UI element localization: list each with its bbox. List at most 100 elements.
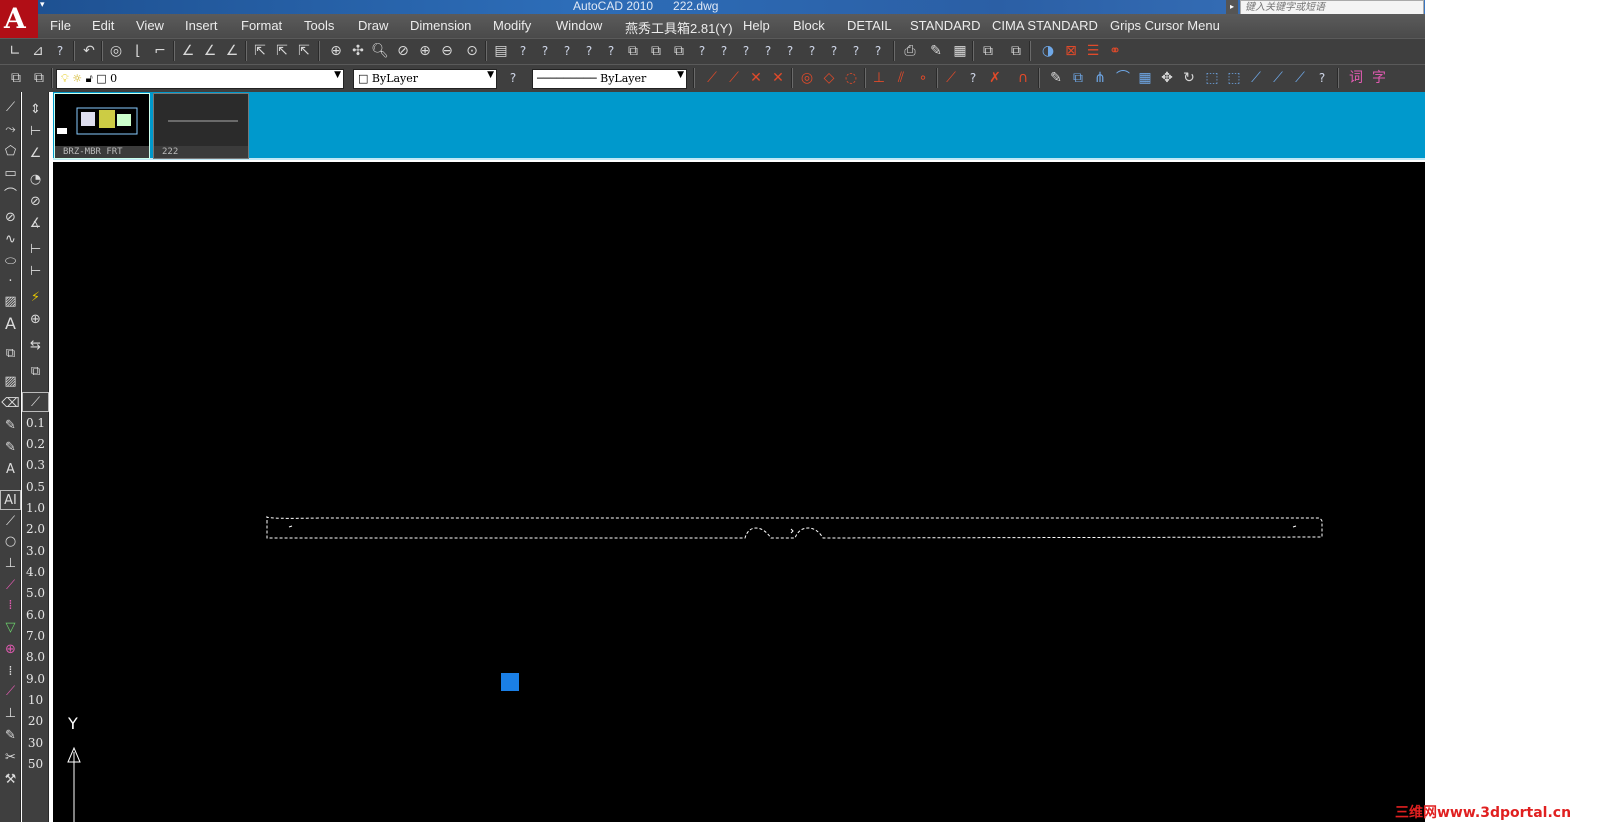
network-icon[interactable]: ⚭ [1105,41,1125,61]
dim-angle-icon[interactable]: ∠ [22,144,49,164]
scale-item[interactable]: 8.0 [22,650,49,670]
dim-diameter-icon[interactable]: ⊘ [22,192,49,212]
layer-dropdown[interactable]: 💡︎ ☼ 🔓︎ □ 0 ▼ [56,69,344,89]
view-icon[interactable]: ◎ [106,41,126,61]
print-icon[interactable]: ⎙ [900,41,920,61]
layout-icon[interactable]: ⧉ [1006,41,1026,61]
menu-grips-cursor[interactable]: Grips Cursor Menu [1110,18,1220,33]
scale-item[interactable]: 1.0 [22,501,49,521]
hatch-edit-icon[interactable]: ▨ [0,372,21,392]
block-edit-icon[interactable]: ⧉ [646,41,666,61]
scale-item[interactable]: 0.1 [22,416,49,436]
help-icon[interactable]: ? [692,41,712,61]
ellipse-icon[interactable]: ⬭ [0,252,21,272]
scale-item[interactable]: 0.5 [22,480,49,500]
arc-icon[interactable]: ⌒ [0,186,21,206]
scale-icon[interactable]: ⬚ [1202,68,1222,88]
file-tab[interactable]: 222 [153,93,249,159]
file-tab[interactable]: BRZ-MBR FRT [54,93,150,159]
help-icon[interactable]: ? [868,41,888,61]
polygon-icon[interactable]: ⬠ [0,142,21,162]
stretch-icon[interactable]: ⬚ [1224,68,1244,88]
help-search-input[interactable]: 键入关键字或短语 [1240,0,1424,15]
text-icon[interactable]: A [0,314,21,334]
table-icon[interactable]: ▦ [950,41,970,61]
snap-perpendicular-icon[interactable]: ⊥ [869,68,889,88]
trim-icon[interactable]: ⟋ [1246,68,1266,88]
dim-continue-icon[interactable]: ⊢ [22,262,49,282]
help-icon[interactable]: ? [50,41,70,61]
zoom-window-icon[interactable]: ⊕ [326,41,346,61]
ucs-y-icon[interactable]: ∠ [200,41,220,61]
snap-intersection-icon[interactable]: ✕ [746,68,766,88]
list-icon[interactable]: ☰ [1083,41,1103,61]
snap-node-icon[interactable]: ∘ [913,68,933,88]
dim-edit-icon[interactable]: ⇆ [22,336,49,356]
scale-item[interactable]: 9.0 [22,672,49,692]
layer-state-icon[interactable]: ⧉ [29,68,49,88]
extend-icon[interactable]: ⟋ [1268,68,1288,88]
linetype-dropdown[interactable]: ───────── ByLayer ▼ [532,69,687,89]
edit-attribute-icon[interactable]: ✎ [0,438,21,458]
erase-icon[interactable]: ✎ [1046,68,1066,88]
offset-icon[interactable]: ⌒ [1113,68,1133,88]
dictionary-icon[interactable]: 词 [1346,68,1366,88]
help-icon[interactable]: ? [513,41,533,61]
menu-yanxiu-tools[interactable]: 燕秀工具箱2.81(Y) [625,18,733,37]
snap-tangent-icon[interactable]: ◌ [841,68,861,88]
dim-baseline-icon[interactable]: ⊢ [22,240,49,260]
menu-format[interactable]: Format [241,18,282,33]
copy-icon[interactable]: ⧉ [1068,68,1088,88]
undo-icon[interactable]: ↶ [79,41,99,61]
scale-item[interactable]: 3.0 [22,544,49,564]
block-attr-icon[interactable]: ⧉ [669,41,689,61]
ucs-z-icon[interactable]: ∠ [222,41,242,61]
scale-item[interactable]: 10 [22,693,49,713]
snap-nearest-icon[interactable]: ⟋ [941,68,961,88]
zoom-in-icon[interactable]: ⊕ [415,41,435,61]
construction-line-icon[interactable]: ⤳ [0,120,21,140]
line-icon[interactable]: ⟋ [0,98,21,118]
xref-icon[interactable]: ⧉ [978,41,998,61]
dim-style-icon[interactable]: ⟋ [22,392,49,412]
ucs-object-icon[interactable]: ⇱ [294,41,314,61]
snap-apparent-icon[interactable]: ✕ [768,68,788,88]
help-icon[interactable]: ? [824,41,844,61]
snap-center-icon[interactable]: ◎ [797,68,817,88]
help-icon[interactable]: ? [714,41,734,61]
scale-item[interactable]: 7.0 [22,629,49,649]
balloon-icon[interactable]: ⊕ [0,640,21,660]
zoom-extents-icon[interactable]: ⊙ [462,41,482,61]
xy-coord-icon[interactable]: ⊠ [1061,41,1081,61]
snap-none-icon[interactable]: ✗ [985,68,1005,88]
pencil-icon[interactable]: ✎ [0,416,21,436]
scale-item[interactable]: 4.0 [22,565,49,585]
help-icon[interactable]: ? [579,41,599,61]
help-icon[interactable]: ? [557,41,577,61]
rotate-icon[interactable]: ↻ [1179,68,1199,88]
dim-update-icon[interactable]: ⧉ [22,362,49,382]
menu-modify[interactable]: Modify [493,18,531,33]
ucs-origin-icon[interactable]: ⇱ [250,41,270,61]
zoom-realtime-icon[interactable]: 🔍︎ [370,41,390,61]
menu-detail[interactable]: DETAIL [847,18,892,33]
center-mark-icon[interactable]: ⊕ [22,310,49,330]
menu-cima-standard[interactable]: CIMA STANDARD [992,18,1098,33]
text-edit-icon[interactable]: A [0,460,21,480]
menu-view[interactable]: View [136,18,164,33]
spline-icon[interactable]: ∿ [0,230,21,250]
dimension-linear-icon[interactable]: ∟ [5,41,25,61]
mirror-icon[interactable]: ⋔ [1090,68,1110,88]
linear-dim-icon[interactable]: ⊥ [0,554,21,574]
layer-manager-icon[interactable]: ⧉ [6,68,26,88]
application-menu-button[interactable]: A [0,0,38,38]
magnet-icon[interactable]: ∩ [1013,68,1033,88]
menu-draw[interactable]: Draw [358,18,388,33]
array-icon[interactable]: ▦ [1135,68,1155,88]
search-arrow-icon[interactable]: ▸ [1226,0,1238,14]
hatch-icon[interactable]: ▨ [0,292,21,312]
text-tool-icon[interactable]: 字 [1369,68,1389,88]
move-icon[interactable]: ✥ [1157,68,1177,88]
menu-insert[interactable]: Insert [185,18,218,33]
radius-dim-icon[interactable]: ○ [0,532,21,552]
